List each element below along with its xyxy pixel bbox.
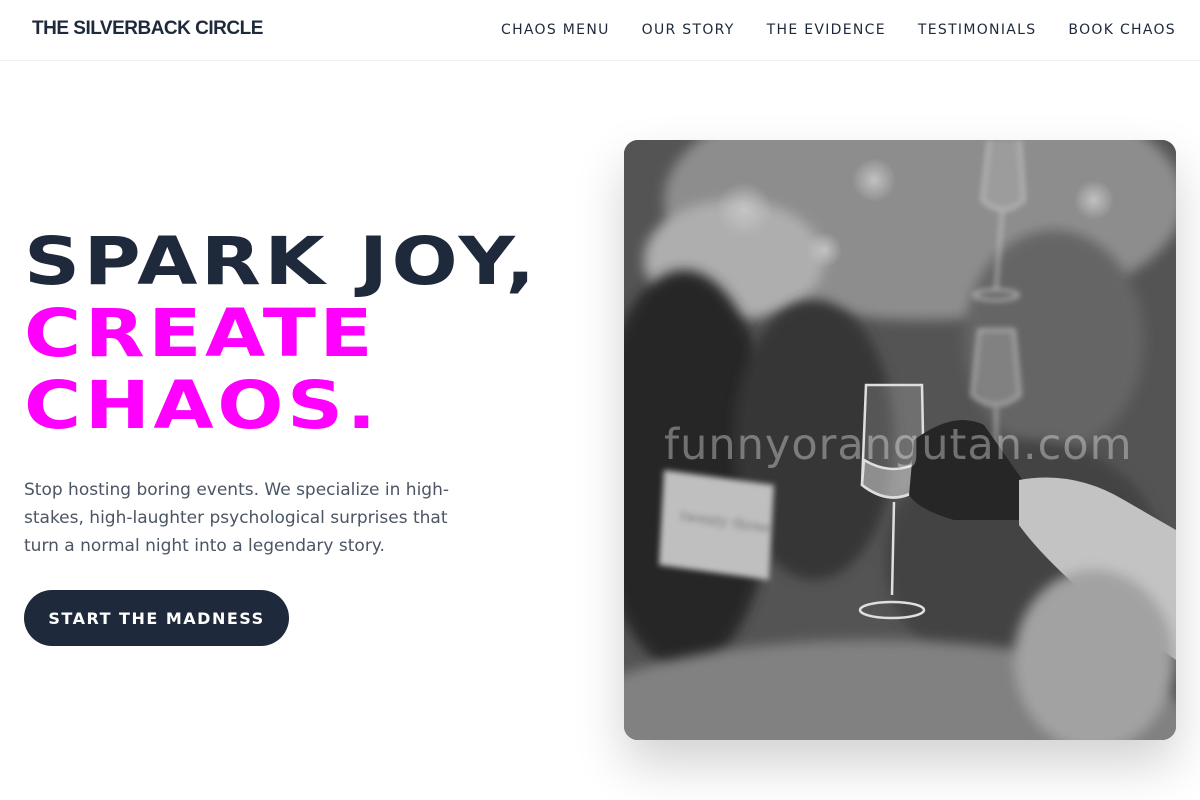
start-the-madness-button[interactable]: START THE MADNESS — [24, 590, 289, 646]
headline-line-2: CREATE — [24, 295, 377, 372]
nav-chaos-menu[interactable]: CHAOS MENU — [501, 20, 610, 40]
watermark-text: funnyorangutan.com — [664, 420, 1133, 470]
site-header: THE SILVERBACK CIRCLE CHAOS MENU OUR STO… — [0, 0, 1200, 61]
site-logo[interactable]: THE SILVERBACK CIRCLE — [32, 18, 263, 40]
nav-our-story[interactable]: OUR STORY — [642, 20, 735, 40]
main-nav: CHAOS MENU OUR STORY THE EVIDENCE TESTIM… — [501, 20, 1176, 40]
nav-book-chaos[interactable]: BOOK CHAOS — [1068, 20, 1176, 40]
hero-headline: SPARK JOY, CREATE CHAOS. — [24, 226, 708, 442]
nav-the-evidence[interactable]: THE EVIDENCE — [767, 20, 886, 40]
headline-line-3: CHAOS. — [24, 367, 380, 444]
hero-image: twenty three funnyo — [624, 140, 1176, 740]
headline-line-1: SPARK JOY, — [24, 223, 539, 300]
hero-subtext: Stop hosting boring events. We specializ… — [24, 480, 449, 556]
nav-testimonials[interactable]: TESTIMONIALS — [918, 20, 1037, 40]
